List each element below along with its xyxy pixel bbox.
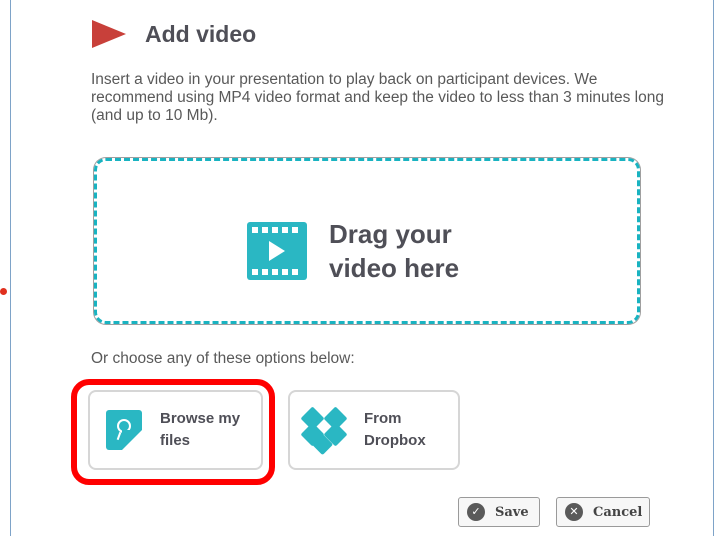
dropbox-icon [298,406,350,456]
dropzone-label: Drag your video here [329,217,459,285]
file-search-icon [106,410,142,450]
dropzone-line1: Drag your [329,219,452,249]
dialog-header: Add video [92,12,256,56]
browse-line1: Browse my [160,410,241,427]
dropbox-button[interactable]: From Dropbox [288,390,460,470]
cancel-button[interactable]: ✕ Cancel [556,497,650,527]
browse-files-label: Browse my files [160,408,240,452]
left-frame-border [10,0,11,536]
dropbox-line2: Dropbox [364,432,426,449]
options-label: Or choose any of these options below: [91,350,355,367]
save-label: Save [495,504,529,520]
browse-line2: files [160,432,191,449]
right-frame-border [713,0,714,536]
play-icon [92,20,126,48]
dialog-description: Insert a video in your presentation to p… [91,71,664,124]
dropzone-content: Drag your video here [247,217,459,285]
save-button[interactable]: ✓ Save [458,497,540,527]
browse-files-button[interactable]: Browse my files [88,390,263,470]
video-dropzone[interactable]: Drag your video here [94,158,640,324]
dropzone-line2: video here [329,253,460,283]
cancel-label: Cancel [593,504,643,520]
check-icon: ✓ [467,503,485,521]
marker-dot [0,288,7,295]
dropbox-label: From Dropbox [364,408,426,452]
dialog-title: Add video [145,20,257,47]
dropbox-line1: From [364,410,402,427]
video-film-icon [247,222,307,280]
close-icon: ✕ [565,503,583,521]
